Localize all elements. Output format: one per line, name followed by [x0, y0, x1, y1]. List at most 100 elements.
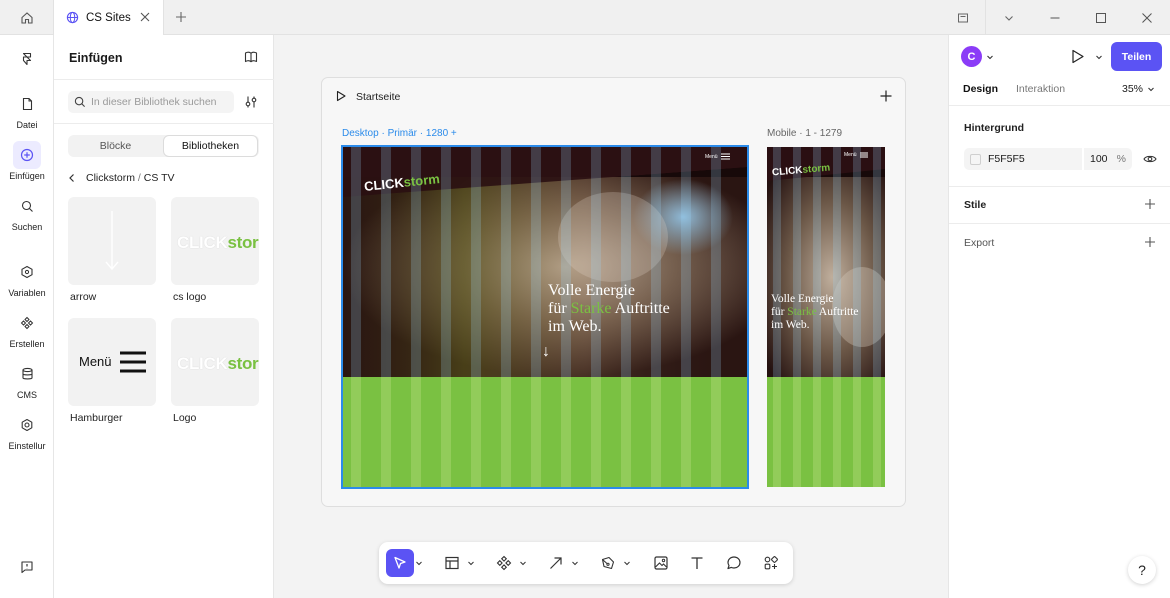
rail-label: Einstellur: [8, 441, 46, 451]
tab-interaktion[interactable]: Interaktion: [1016, 83, 1065, 95]
search-input[interactable]: [91, 96, 231, 108]
tool-rail: Datei Einfügen Suchen Variablen Erstelle…: [0, 35, 54, 598]
desktop-frame-label[interactable]: Desktop · Primär · 1280 +: [342, 128, 457, 139]
panel-title: Einfügen: [69, 51, 123, 65]
comment-tool[interactable]: [720, 549, 748, 577]
rail-label: Datei: [16, 120, 38, 130]
rail-item-variablen[interactable]: Variablen: [0, 258, 54, 298]
add-style-icon[interactable]: [1144, 198, 1156, 210]
document-tab[interactable]: CS Sites: [54, 0, 164, 35]
chevron-down-icon[interactable]: [415, 559, 423, 567]
image-icon: [654, 556, 668, 570]
rail-item-cms[interactable]: CMS: [0, 360, 54, 400]
text-icon: [691, 557, 703, 569]
avatar[interactable]: C: [961, 46, 982, 67]
globe-icon: [66, 11, 79, 24]
segment-bloecke[interactable]: Blöcke: [68, 135, 163, 157]
scroll-down-arrow: ↓: [542, 343, 550, 360]
cursor-icon: [394, 556, 406, 569]
rail-item-erstellen[interactable]: Erstellen: [0, 309, 54, 349]
home-icon: [20, 11, 33, 24]
framer-logo-icon: [22, 52, 32, 66]
add-elements-tool[interactable]: [757, 549, 785, 577]
menu-text: Menü: [79, 354, 112, 369]
pen-tool[interactable]: [594, 549, 631, 577]
page-board[interactable]: Startseite Desktop · Primär · 1280 + Mob…: [321, 77, 906, 507]
breadcrumb: Clickstorm / CS TV: [67, 172, 175, 184]
canvas[interactable]: Startseite Desktop · Primär · 1280 + Mob…: [275, 35, 948, 598]
book-icon[interactable]: [244, 50, 258, 64]
mobile-frame[interactable]: CLICKstorm Menü Volle Energie für Starke…: [767, 147, 885, 487]
rail-item-einstellungen[interactable]: Einstellur: [0, 411, 54, 451]
feedback-button[interactable]: [0, 553, 54, 581]
variables-icon: [21, 265, 33, 279]
preview-play-icon[interactable]: [1070, 49, 1085, 64]
maximize-button[interactable]: [1078, 0, 1124, 35]
close-window-button[interactable]: [1124, 0, 1170, 35]
desktop-site-menu: Menü: [705, 153, 730, 160]
eye-icon[interactable]: [1143, 153, 1157, 165]
window-icon: [958, 13, 968, 22]
minimize-button[interactable]: [1032, 0, 1078, 35]
arrow-up-right-icon: [550, 557, 562, 569]
hamburger-icon: [859, 152, 868, 158]
select-tool[interactable]: [386, 549, 423, 577]
play-icon[interactable]: [335, 90, 347, 102]
library-segmented-control: Blöcke Bibliotheken: [68, 135, 259, 157]
component-card-arrow[interactable]: [68, 197, 156, 285]
panel-divider: [54, 123, 274, 124]
window-restore-tab-button[interactable]: [940, 0, 986, 35]
dropdown-button[interactable]: [986, 0, 1032, 35]
card-label: arrow: [70, 291, 97, 303]
zoom-dropdown[interactable]: 35%: [1122, 83, 1155, 95]
color-swatch[interactable]: [970, 153, 981, 165]
component-card-cs-logo[interactable]: CLICKstorm: [171, 197, 259, 285]
chevron-down-icon[interactable]: [571, 559, 579, 567]
filter-icon[interactable]: [244, 95, 258, 109]
add-export-icon[interactable]: [1144, 236, 1156, 248]
text-tool[interactable]: [683, 549, 711, 577]
maximize-icon: [1096, 12, 1106, 23]
component-card-hamburger[interactable]: Menü: [68, 318, 156, 406]
rail-item-datei[interactable]: Datei: [0, 90, 54, 130]
component-card-logo[interactable]: CLICKstorm: [171, 318, 259, 406]
layout-icon: [445, 556, 459, 570]
chevron-down-icon[interactable]: [1095, 53, 1103, 61]
feedback-icon: [21, 561, 33, 574]
breadcrumb-parent[interactable]: Clickstorm: [86, 172, 135, 184]
new-tab-icon[interactable]: [174, 10, 188, 24]
segment-bibliotheken[interactable]: Bibliotheken: [163, 135, 258, 157]
panel-divider: [949, 186, 1170, 187]
chevron-down-icon[interactable]: [467, 559, 475, 567]
mobile-hero-headline: Volle Energie für Starke Auftritte im We…: [771, 293, 859, 331]
rail-label: Einfügen: [9, 171, 45, 181]
help-button[interactable]: ?: [1128, 556, 1156, 584]
properties-panel: C Teilen Design Interaktion 35% Hintergr…: [948, 35, 1170, 598]
chevron-down-icon[interactable]: [519, 559, 527, 567]
home-tab[interactable]: [0, 0, 54, 35]
chevron-left-icon[interactable]: [67, 173, 77, 183]
chevron-down-icon[interactable]: [623, 559, 631, 567]
page-name[interactable]: Startseite: [356, 91, 400, 103]
share-button[interactable]: Teilen: [1111, 42, 1162, 71]
opacity-value: 100: [1090, 153, 1108, 165]
background-color-field[interactable]: F5F5F5: [964, 148, 1082, 170]
rail-item-einfuegen[interactable]: Einfügen: [0, 141, 54, 181]
rail-item-suchen[interactable]: Suchen: [0, 192, 54, 232]
title-bar: CS Sites: [0, 0, 1170, 35]
arrow-tool[interactable]: [542, 549, 579, 577]
components-tool[interactable]: [490, 549, 527, 577]
chevron-down-icon[interactable]: [986, 53, 994, 61]
tab-design[interactable]: Design: [963, 83, 998, 95]
close-tab-icon[interactable]: [139, 11, 151, 23]
background-opacity-field[interactable]: 100 %: [1084, 148, 1132, 170]
image-tool[interactable]: [647, 549, 675, 577]
framer-menu[interactable]: [0, 45, 54, 73]
add-breakpoint-icon[interactable]: [879, 89, 893, 103]
layout-tool[interactable]: [438, 549, 475, 577]
bottom-toolbar: [379, 542, 793, 584]
mobile-frame-label[interactable]: Mobile · 1 - 1279: [767, 128, 842, 139]
library-search[interactable]: [68, 91, 234, 113]
card-label: cs logo: [173, 291, 207, 303]
desktop-frame[interactable]: CLICKstorm Menü Volle Energie für Starke…: [341, 145, 749, 489]
